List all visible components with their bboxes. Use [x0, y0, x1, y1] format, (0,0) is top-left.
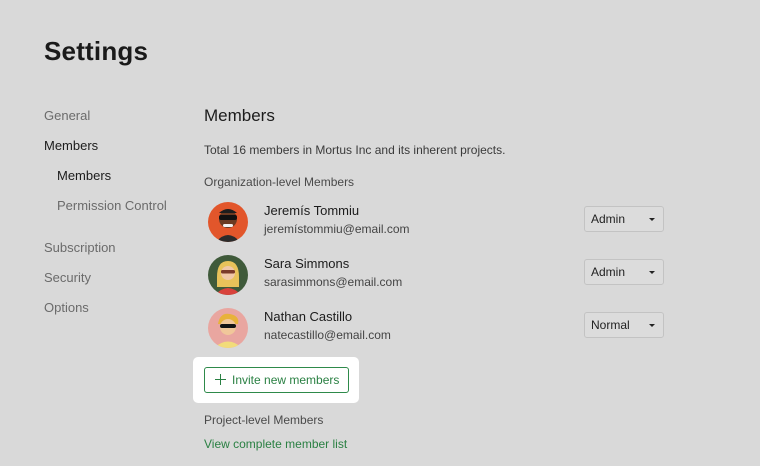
sidebar-item-security[interactable]: Security	[44, 270, 91, 285]
role-value: Admin	[591, 265, 626, 279]
role-select[interactable]: Admin	[584, 206, 664, 232]
member-row: Nathan Castillo natecastillo@email.com N…	[204, 306, 664, 350]
member-name: Sara Simmons	[264, 256, 350, 271]
caret-down-icon	[649, 271, 655, 274]
sidebar-subitem-permission-control[interactable]: Permission Control	[57, 198, 167, 213]
page-title: Settings	[44, 36, 149, 66]
role-value: Normal	[591, 318, 630, 332]
caret-down-icon	[649, 218, 655, 221]
section-title: Members	[204, 106, 275, 125]
member-name: Jeremís Tommiu	[264, 203, 360, 218]
role-select[interactable]: Admin	[584, 259, 664, 285]
avatar	[208, 308, 248, 348]
member-row: Jeremís Tommiu jeremístommiu@email.com A…	[204, 200, 664, 244]
invite-button-label: Invite new members	[232, 373, 340, 387]
avatar	[208, 202, 248, 242]
sidebar-subitem-members[interactable]: Members	[57, 168, 111, 183]
settings-page: Settings General Members Members Permiss…	[0, 0, 760, 466]
member-name: Nathan Castillo	[264, 309, 353, 324]
plus-icon	[215, 374, 226, 385]
member-row: Sara Simmons sarasimmons@email.com Admin	[204, 253, 664, 297]
sidebar-item-options[interactable]: Options	[44, 300, 89, 315]
member-email: natecastillo@email.com	[264, 328, 391, 342]
role-select[interactable]: Normal	[584, 312, 664, 338]
org-members-label: Organization-level Members	[204, 175, 355, 189]
member-email: jeremístommiu@email.com	[264, 222, 410, 236]
invite-members-button[interactable]: Invite new members	[204, 367, 349, 393]
sidebar-item-members[interactable]: Members	[44, 138, 98, 153]
members-summary: Total 16 members in Mortus Inc and its i…	[204, 143, 506, 157]
sidebar-item-subscription[interactable]: Subscription	[44, 240, 116, 255]
view-member-list-link[interactable]: View complete member list	[204, 437, 347, 451]
member-email: sarasimmons@email.com	[264, 275, 403, 289]
sidebar-item-general[interactable]: General	[44, 108, 90, 123]
avatar	[208, 255, 248, 295]
role-value: Admin	[591, 212, 626, 226]
project-members-label: Project-level Members	[204, 413, 324, 427]
caret-down-icon	[649, 324, 655, 327]
